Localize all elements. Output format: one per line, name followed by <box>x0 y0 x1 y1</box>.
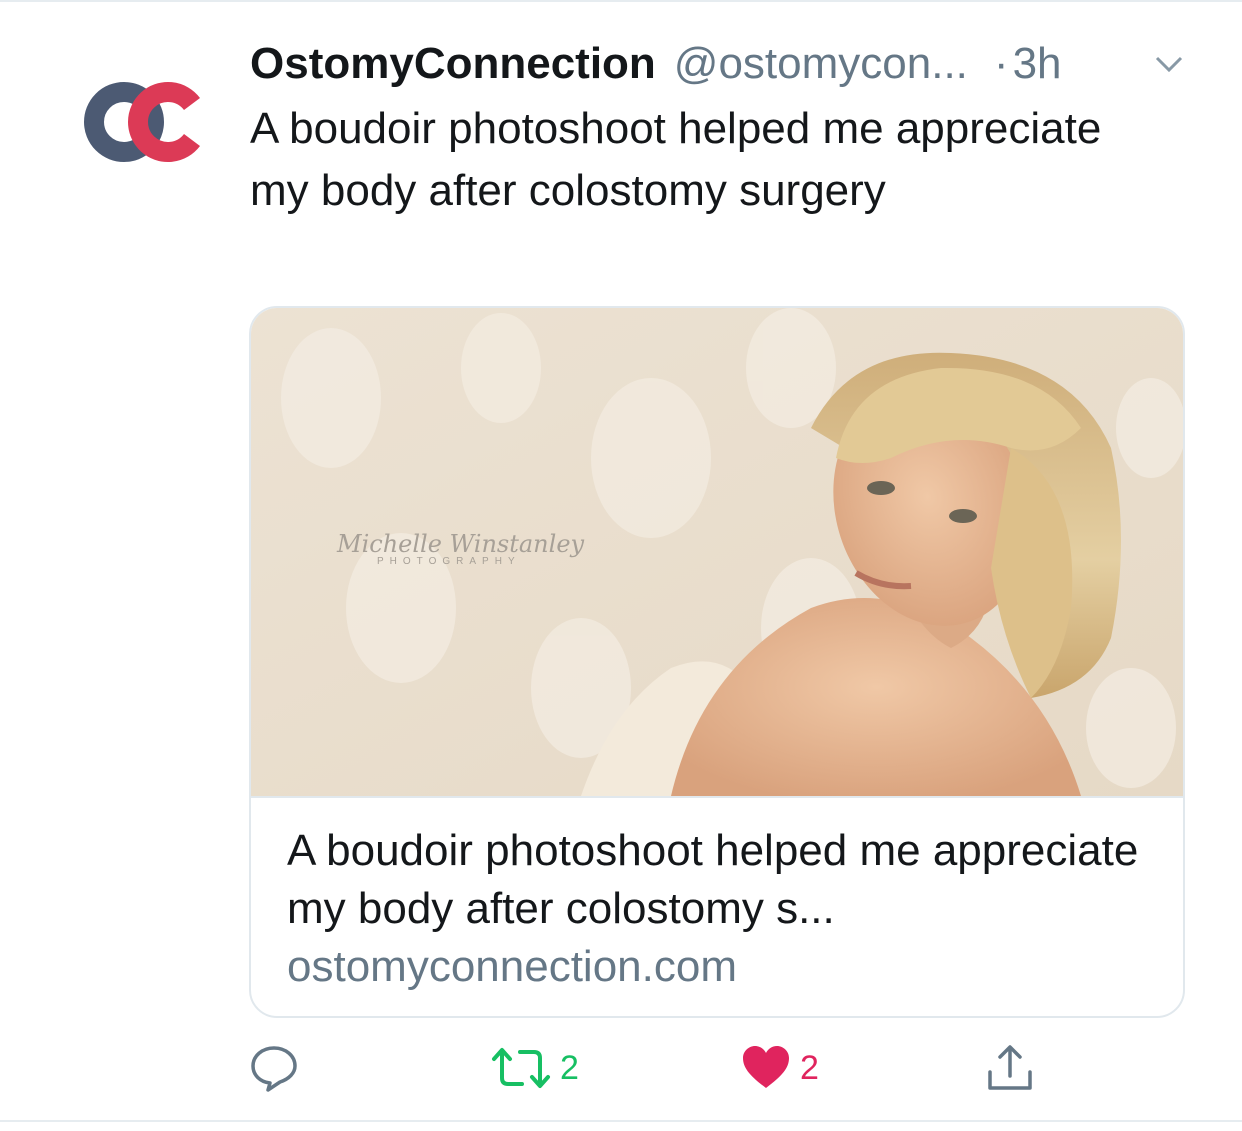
share-button[interactable] <box>984 1040 1044 1096</box>
heart-icon <box>743 1046 789 1088</box>
like-button[interactable]: 2 <box>740 1040 819 1096</box>
timestamp[interactable]: 3h <box>1013 39 1062 89</box>
retweet-button[interactable]: 2 <box>490 1040 579 1096</box>
chevron-down-icon[interactable] <box>1153 52 1185 76</box>
tweet-header: OstomyConnection @ostomycon... · 3h <box>250 38 1210 90</box>
share-icon <box>988 1045 1032 1090</box>
card-title[interactable]: A boudoir photoshoot helped me appreciat… <box>287 822 1157 938</box>
like-count: 2 <box>800 1048 819 1087</box>
link-card[interactable]: Michelle Winstanley PHOTOGRAPHY A boudoi… <box>249 306 1185 1018</box>
photo-watermark: Michelle Winstanley PHOTOGRAPHY <box>337 530 584 567</box>
ostomyconnection-logo-icon <box>84 82 200 162</box>
avatar[interactable] <box>84 80 202 164</box>
top-divider <box>0 0 1242 2</box>
display-name[interactable]: OstomyConnection <box>250 39 656 89</box>
reply-button[interactable] <box>248 1040 308 1096</box>
retweet-icon <box>492 1048 550 1088</box>
tweet-text: A boudoir photoshoot helped me appreciat… <box>250 104 1102 215</box>
reply-icon <box>251 1046 297 1092</box>
separator-dot: · <box>993 39 1009 88</box>
card-divider <box>251 796 1183 798</box>
card-domain[interactable]: ostomyconnection.com <box>287 938 737 996</box>
bottom-divider <box>0 1120 1242 1122</box>
user-handle[interactable]: @ostomycon... <box>674 39 968 89</box>
watermark-name: Michelle Winstanley <box>337 530 585 558</box>
retweet-count: 2 <box>560 1048 579 1087</box>
